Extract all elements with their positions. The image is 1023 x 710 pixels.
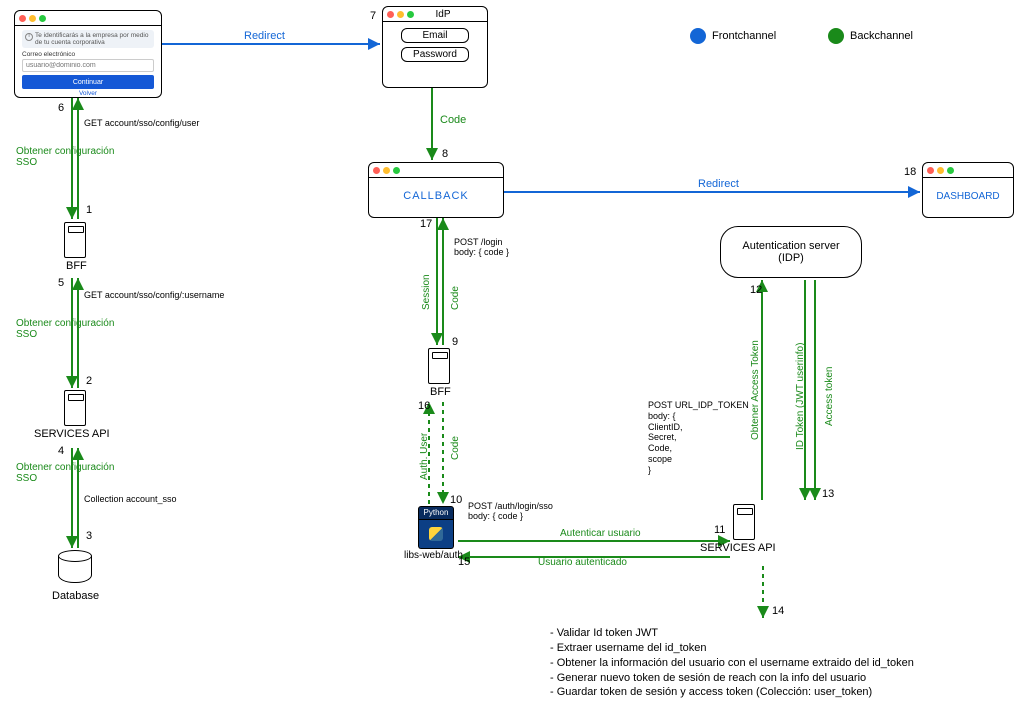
callback-title: CALLBACK [369,178,503,214]
volver-link[interactable]: Volver [22,90,154,97]
dashboard-window: DASHBOARD [922,162,1014,218]
step-14: 14 [772,605,784,617]
database-label: Database [52,590,99,602]
edge-session: Session [421,274,432,310]
step-1: 1 [86,204,92,216]
edge-redirect-1: Redirect [244,30,285,42]
edge-id-token: ID Token (JWT userinfo) [795,343,806,450]
step-6: 6 [58,102,64,114]
edge-code-1: Code [440,114,466,126]
step-18: 18 [904,166,916,178]
auth-server-label-1: Autentication server [742,240,839,252]
services-api-1-icon [64,390,86,426]
auth-server-label-2: (IDP) [778,252,804,264]
edge-post-auth-login: POST /auth/login/sso body: { code } [468,502,553,522]
step-10: 10 [450,494,462,506]
login-window: i Te identificarás a la empresa por medi… [14,10,162,98]
services-api-2-icon [733,504,755,540]
bff1-label: BFF [66,260,87,272]
diagram-canvas: Frontchannel Backchannel i Te identifica… [0,0,1023,710]
edge-usuario-autenticado: Usuario autenticado [538,557,627,568]
email-label: Correo electrónico [22,51,154,58]
legend-front: Frontchannel [690,28,776,44]
idp-title: IdP [399,9,487,20]
step-15: 15 [458,556,470,568]
step-9: 9 [452,336,458,348]
step-16: 16 [418,400,430,412]
python-icon: Python [418,506,452,546]
edge-redirect-2: Redirect [698,178,739,190]
dashboard-title: DASHBOARD [923,178,1013,214]
services-api-2-label: SERVICES API [700,542,776,554]
database-icon [58,550,90,584]
step-5: 5 [58,277,64,289]
edge-obt-conf-sso-3: Obtener configuración SSO [16,462,114,484]
edge-get-config-user: GET account/sso/config/user [84,118,199,128]
arrows-layer [0,0,1023,710]
edge-obtener-access: Obtener Access Token [750,340,761,440]
step-7: 7 [370,10,376,22]
bff2-icon [428,348,450,384]
legend-back: Backchannel [828,28,913,44]
edge-autenticar: Autenticar usuario [560,528,641,539]
callback-window: CALLBACK [368,162,504,218]
idp-email-field[interactable]: Email [401,28,469,43]
services-api-1-label: SERVICES API [34,428,110,440]
step-12: 12 [750,284,762,296]
edge-code-down: Code [450,436,461,460]
libs-web-auth-label: libs-web/auth [404,550,463,561]
edge-post-idp-token: POST URL_IDP_TOKEN body: { ClientID, Sec… [648,400,749,476]
edge-access-token: Access token [824,367,835,426]
idp-window: IdP Email Password [382,6,488,88]
step-11: 11 [714,524,725,536]
step-3: 3 [86,530,92,542]
step-4: 4 [58,445,64,457]
edge-obt-conf-sso-1: Obtener configuración SSO [16,146,114,168]
step-8: 8 [442,148,448,160]
edge-code-callback: Code [450,286,461,310]
idp-password-field[interactable]: Password [401,47,469,62]
step-13: 13 [822,488,834,500]
notes-block: - Validar Id token JWT - Extraer usernam… [550,626,914,700]
email-field[interactable] [22,59,154,72]
login-banner: i Te identificarás a la empresa por medi… [22,30,154,48]
edge-collection: Collection account_sso [84,494,177,504]
step-17: 17 [420,218,432,230]
bff1-icon [64,222,86,258]
bff2-label: BFF [430,386,451,398]
edge-post-login: POST /login body: { code } [454,238,509,258]
continue-button[interactable]: Continuar [22,75,154,89]
auth-server-node: Autentication server (IDP) [720,226,862,278]
edge-get-config-username: GET account/sso/config/:username [84,290,224,300]
edge-auth-user: Auth. User [419,433,430,480]
step-2: 2 [86,375,92,387]
edge-obt-conf-sso-2: Obtener configuración SSO [16,318,114,340]
